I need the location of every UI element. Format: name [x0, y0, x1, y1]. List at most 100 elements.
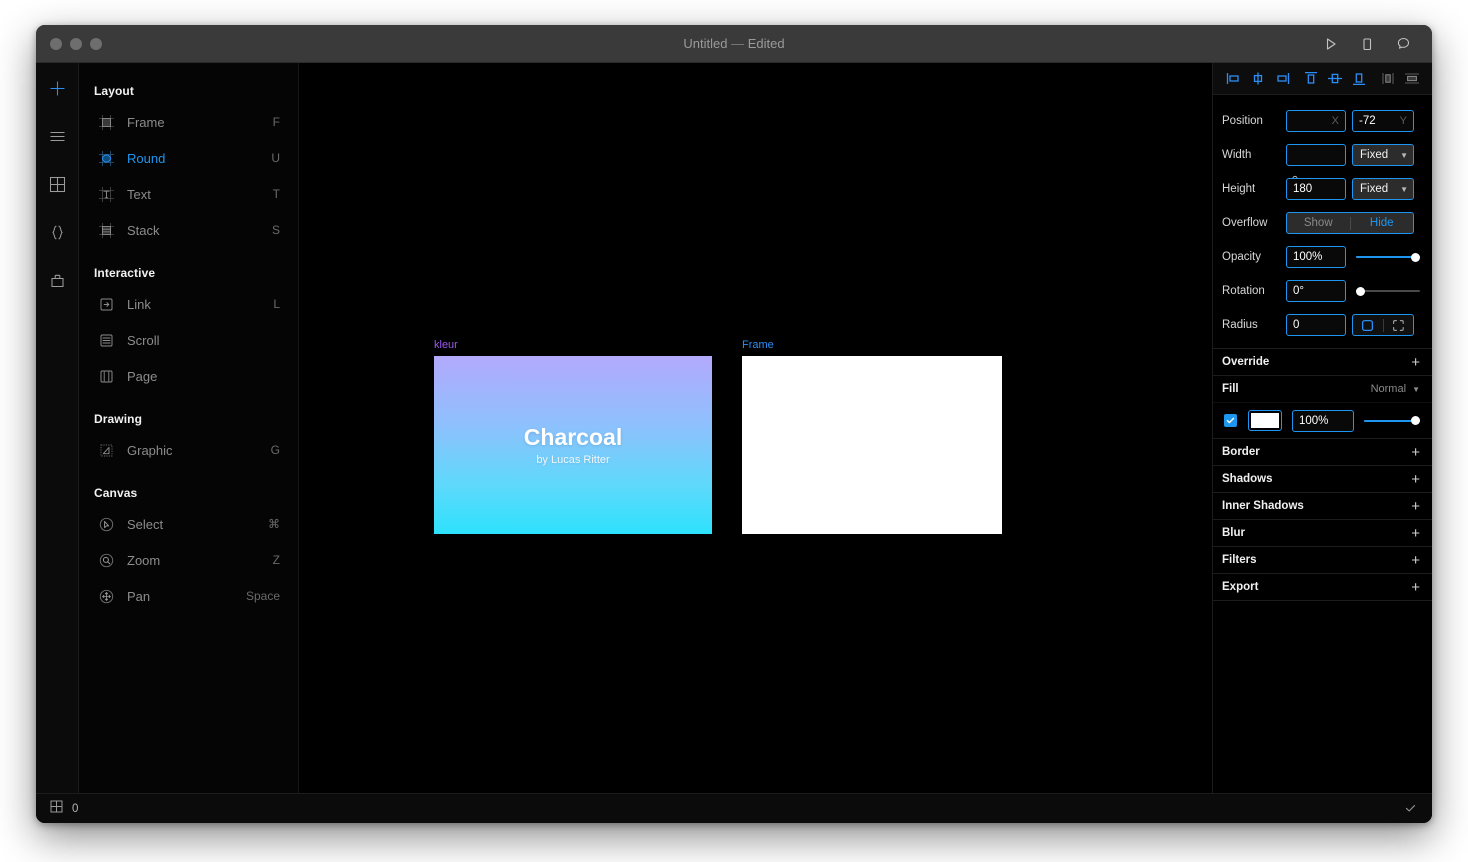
opacity-value: 100%	[1293, 251, 1323, 263]
section-inner-shadows[interactable]: Inner Shadows +	[1213, 492, 1432, 519]
add-inner-shadow-button[interactable]: +	[1411, 499, 1420, 514]
window-title-state: Edited	[747, 36, 785, 51]
artboard-kleur[interactable]: kleur Charcoal by Lucas Ritter	[434, 339, 712, 534]
add-filter-button[interactable]: +	[1411, 553, 1420, 568]
sidebar-item-label: Select	[127, 516, 164, 532]
opacity-input[interactable]: 100%	[1286, 246, 1346, 268]
width-mode-select[interactable]: Fixed ▼	[1352, 144, 1414, 166]
rotation-input[interactable]: 0°	[1286, 280, 1346, 302]
section-shadows[interactable]: Shadows +	[1213, 465, 1432, 492]
add-override-button[interactable]: +	[1411, 355, 1420, 370]
sidebar-item-pan[interactable]: Pan Space	[79, 578, 298, 614]
sidebar-item-shortcut: L	[273, 297, 280, 311]
preview-play-button[interactable]	[1322, 35, 1340, 53]
radius-mode-toggle	[1352, 314, 1414, 336]
app-body: Layout Frame F Round U Text T Stack S In…	[36, 63, 1432, 793]
width-mode-value: Fixed	[1360, 149, 1389, 161]
add-border-button[interactable]: +	[1411, 445, 1420, 460]
artboard-label[interactable]: kleur	[434, 339, 712, 351]
width-row: Width Fixed ▼	[1213, 138, 1432, 172]
fill-blend-mode-select[interactable]: Normal ▼	[1371, 383, 1420, 395]
overflow-show-option[interactable]: Show	[1287, 217, 1350, 229]
add-shadow-button[interactable]: +	[1411, 472, 1420, 487]
align-horizontal-center-button[interactable]	[1247, 69, 1268, 89]
confirm-button[interactable]	[1403, 801, 1418, 816]
comments-button[interactable]	[1394, 35, 1412, 53]
align-vertical-center-button[interactable]	[1324, 69, 1345, 89]
window-title-text: Untitled	[683, 36, 728, 51]
artboard-kleur-surface[interactable]: Charcoal by Lucas Ritter	[434, 356, 712, 534]
assets-button[interactable]	[44, 267, 70, 293]
minimize-button[interactable]	[70, 37, 82, 50]
insert-button[interactable]	[44, 75, 70, 101]
section-fill: Fill Normal ▼	[1213, 375, 1432, 402]
sidebar-item-select[interactable]: Select ⌘	[79, 506, 298, 542]
chevron-down-icon: ▼	[1412, 385, 1420, 394]
radius-value: 0	[1293, 319, 1300, 331]
sidebar-item-label: Page	[127, 368, 158, 384]
opacity-slider-knob[interactable]	[1411, 252, 1420, 262]
sidebar-item-shortcut: U	[271, 151, 280, 165]
rotation-label: Rotation	[1222, 285, 1265, 297]
components-button[interactable]	[44, 171, 70, 197]
sidebar-item-scroll[interactable]: Scroll	[79, 322, 298, 358]
section-filters[interactable]: Filters +	[1213, 546, 1432, 573]
close-button[interactable]	[50, 37, 62, 50]
add-export-button[interactable]: +	[1411, 580, 1420, 595]
device-preview-button[interactable]	[1358, 35, 1376, 53]
add-blur-button[interactable]: +	[1411, 526, 1420, 541]
artboard-heading: Charcoal	[523, 424, 623, 450]
sidebar-item-stack[interactable]: Stack S	[79, 212, 298, 248]
chevron-down-icon: ▼	[1400, 184, 1408, 194]
sidebar-item-round[interactable]: Round U	[79, 140, 298, 176]
section-export[interactable]: Export +	[1213, 573, 1432, 600]
section-blur[interactable]: Blur +	[1213, 519, 1432, 546]
grid-icon[interactable]	[50, 800, 63, 818]
layers-button[interactable]	[44, 123, 70, 149]
align-left-button[interactable]	[1223, 69, 1244, 89]
height-mode-select[interactable]: Fixed ▼	[1352, 178, 1414, 200]
position-y-input[interactable]: -72 Y	[1352, 110, 1414, 132]
overflow-hide-option[interactable]: Hide	[1351, 217, 1414, 229]
radius-input[interactable]: 0	[1286, 314, 1346, 336]
corners-icon[interactable]	[1384, 319, 1414, 332]
section-title: Override	[1222, 356, 1270, 368]
window-title: Untitled — Edited	[36, 36, 1432, 51]
section-override[interactable]: Override +	[1213, 348, 1432, 375]
artboard-frame-surface[interactable]	[742, 356, 1002, 534]
sidebar-item-text[interactable]: Text T	[79, 176, 298, 212]
rotation-slider[interactable]	[1346, 280, 1420, 302]
sidebar-item-page[interactable]: Page	[79, 358, 298, 394]
artboard-frame[interactable]: Frame	[742, 339, 1002, 534]
text-icon	[97, 185, 115, 203]
height-input[interactable]: 180	[1286, 178, 1346, 200]
design-canvas[interactable]: kleur Charcoal by Lucas Ritter Frame	[299, 63, 1212, 793]
position-x-input[interactable]: X	[1286, 110, 1346, 132]
rotation-slider-knob[interactable]	[1356, 286, 1365, 296]
section-title: Export	[1222, 581, 1259, 593]
code-button[interactable]	[44, 219, 70, 245]
fill-slider-knob[interactable]	[1411, 416, 1420, 425]
inspector-panel: Position X -72 Y Width Fixed ▼ Height 18…	[1212, 63, 1432, 793]
fill-enabled-checkbox[interactable]	[1224, 414, 1237, 427]
fill-opacity-slider[interactable]	[1354, 410, 1420, 432]
section-border[interactable]: Border +	[1213, 438, 1432, 465]
distribute-horizontal-button[interactable]	[1377, 69, 1398, 89]
fill-color-swatch[interactable]	[1248, 410, 1282, 431]
maximize-button[interactable]	[90, 37, 102, 50]
align-right-button[interactable]	[1271, 69, 1292, 89]
width-label: Width	[1222, 149, 1252, 161]
sidebar-item-link[interactable]: Link L	[79, 286, 298, 322]
sidebar-item-frame[interactable]: Frame F	[79, 104, 298, 140]
fill-opacity-input[interactable]: 100%	[1292, 409, 1354, 432]
align-top-button[interactable]	[1300, 69, 1321, 89]
sidebar-item-shortcut: Z	[272, 553, 280, 567]
rounded-square-icon[interactable]	[1353, 319, 1383, 332]
sidebar-item-zoom[interactable]: Zoom Z	[79, 542, 298, 578]
distribute-vertical-button[interactable]	[1401, 69, 1422, 89]
scroll-icon	[97, 331, 115, 349]
opacity-slider[interactable]	[1346, 246, 1420, 268]
align-bottom-button[interactable]	[1348, 69, 1369, 89]
sidebar-item-graphic[interactable]: Graphic G	[79, 432, 298, 468]
artboard-label[interactable]: Frame	[742, 339, 1002, 351]
